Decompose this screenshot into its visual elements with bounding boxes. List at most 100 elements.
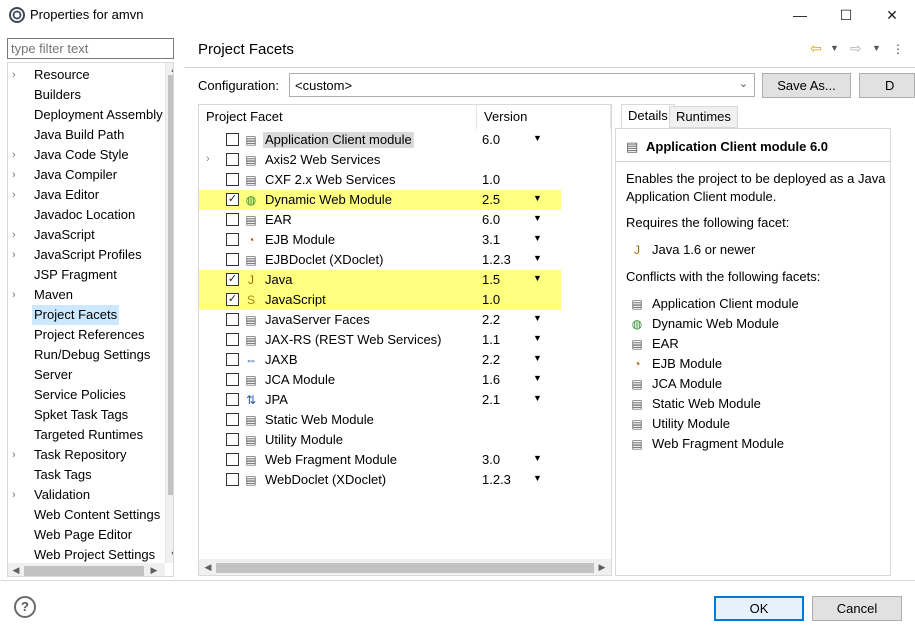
column-header-version[interactable]: Version [477, 105, 611, 129]
version-dropdown-icon[interactable]: ▼ [533, 193, 542, 203]
tab-runtimes[interactable]: Runtimes [669, 106, 738, 128]
forward-arrow-icon[interactable]: ⇨ [850, 40, 862, 57]
facet-checkbox[interactable] [226, 253, 239, 266]
facet-version[interactable]: 2.1 [482, 392, 500, 408]
chevron-right-icon[interactable]: › [12, 485, 22, 505]
facet-checkbox[interactable]: ✓ [226, 273, 239, 286]
table-row[interactable]: ▤ JavaServer Faces 2.2 ▼ [199, 310, 611, 330]
facet-version[interactable]: 2.2 [482, 312, 500, 328]
chevron-right-icon[interactable]: › [12, 285, 22, 305]
close-button[interactable]: ✕ [869, 0, 915, 30]
chevron-right-icon[interactable]: › [12, 185, 22, 205]
facet-version[interactable]: 1.2.3 [482, 252, 511, 268]
version-dropdown-icon[interactable]: ▼ [533, 473, 542, 483]
table-row[interactable]: ▤ Static Web Module [199, 410, 611, 430]
scroll-left-arrow-icon[interactable]: ◀ [9, 565, 23, 576]
table-row[interactable]: ⇅ JPA 2.1 ▼ [199, 390, 611, 410]
help-icon[interactable]: ? [14, 596, 36, 618]
table-row[interactable]: ▤ EJBDoclet (XDoclet) 1.2.3 ▼ [199, 250, 611, 270]
cancel-button[interactable]: Cancel [812, 596, 902, 621]
chevron-right-icon[interactable]: › [12, 65, 22, 85]
configuration-combo[interactable]: <custom> ⌄ [289, 73, 755, 97]
filter-input[interactable] [7, 38, 174, 59]
facets-horizontal-scroll-thumb[interactable] [216, 563, 594, 573]
facet-checkbox[interactable] [226, 413, 239, 426]
version-dropdown-icon[interactable]: ▼ [533, 333, 542, 343]
facet-checkbox[interactable] [226, 393, 239, 406]
back-menu-chevron-icon[interactable]: ▼ [830, 43, 839, 53]
chevron-right-icon[interactable]: › [12, 445, 22, 465]
scroll-down-arrow-icon[interactable]: ▼ [167, 549, 173, 559]
version-dropdown-icon[interactable]: ▼ [533, 373, 542, 383]
version-dropdown-icon[interactable]: ▼ [533, 313, 542, 323]
facet-version[interactable]: 1.6 [482, 372, 500, 388]
column-header-facet[interactable]: Project Facet [199, 105, 477, 129]
save-as-button[interactable]: Save As... [762, 73, 851, 98]
version-dropdown-icon[interactable]: ▼ [533, 253, 542, 263]
table-row[interactable]: ▤ CXF 2.x Web Services 1.0 [199, 170, 611, 190]
chevron-right-icon[interactable]: › [12, 145, 22, 165]
table-row[interactable]: ▤ Utility Module [199, 430, 611, 450]
forward-menu-chevron-icon[interactable]: ▼ [872, 43, 881, 53]
facet-checkbox[interactable] [226, 433, 239, 446]
facet-checkbox[interactable]: ✓ [226, 293, 239, 306]
facet-checkbox[interactable]: ✓ [226, 193, 239, 206]
facet-checkbox[interactable] [226, 453, 239, 466]
scroll-up-arrow-icon[interactable]: ▲ [167, 64, 173, 74]
facet-version[interactable]: 1.1 [482, 332, 500, 348]
table-row[interactable]: › ▤ Axis2 Web Services [199, 150, 611, 170]
back-arrow-icon[interactable]: ⇦ [810, 40, 822, 57]
version-dropdown-icon[interactable]: ▼ [533, 133, 542, 143]
facets-horizontal-scrollbar[interactable]: ◀ ▶ [199, 559, 611, 575]
table-row[interactable]: ▤ EAR 6.0 ▼ [199, 210, 611, 230]
facet-version[interactable]: 3.0 [482, 452, 500, 468]
navigation-tree[interactable]: › Resource Builders Deployment Assembly Java… [7, 62, 174, 577]
delete-button[interactable]: D [859, 73, 915, 98]
table-row[interactable]: ✓ S JavaScript 1.0 [199, 290, 561, 310]
facet-checkbox[interactable] [226, 333, 239, 346]
table-row[interactable]: ⇔ JAXB 2.2 ▼ [199, 350, 611, 370]
table-row[interactable]: ▤ JAX-RS (REST Web Services) 1.1 ▼ [199, 330, 611, 350]
facet-version[interactable]: 6.0 [482, 132, 500, 148]
nav-horizontal-scrollbar[interactable]: ◀ ▶ [8, 563, 165, 576]
scroll-left-arrow-icon[interactable]: ◀ [201, 562, 215, 573]
nav-vertical-scrollbar[interactable]: ▲ ▼ [165, 63, 173, 563]
minimize-button[interactable]: — [777, 0, 823, 30]
facet-checkbox[interactable] [226, 153, 239, 166]
facet-version[interactable]: 1.5 [482, 272, 500, 288]
version-dropdown-icon[interactable]: ▼ [533, 233, 542, 243]
chevron-right-icon[interactable]: › [12, 225, 22, 245]
facet-version[interactable]: 1.2.3 [482, 472, 511, 488]
version-dropdown-icon[interactable]: ▼ [533, 273, 542, 283]
nav-horizontal-scroll-thumb[interactable] [24, 566, 144, 576]
facet-checkbox[interactable] [226, 373, 239, 386]
scroll-right-arrow-icon[interactable]: ▶ [595, 562, 609, 573]
facet-checkbox[interactable] [226, 173, 239, 186]
table-row[interactable]: ◔ EJB Module 3.1 ▼ [199, 230, 611, 250]
facet-checkbox[interactable] [226, 473, 239, 486]
facet-checkbox[interactable] [226, 353, 239, 366]
version-dropdown-icon[interactable]: ▼ [533, 453, 542, 463]
scroll-right-arrow-icon[interactable]: ▶ [147, 565, 161, 576]
table-row[interactable]: ▤ Application Client module 6.0 ▼ [199, 130, 611, 150]
table-row[interactable]: ✓ J Java 1.5 ▼ [199, 270, 561, 290]
nav-vertical-scroll-thumb[interactable] [168, 75, 173, 495]
version-dropdown-icon[interactable]: ▼ [533, 353, 542, 363]
facet-version[interactable]: 2.5 [482, 192, 500, 208]
facet-checkbox[interactable] [226, 313, 239, 326]
table-row[interactable]: ▤ Web Fragment Module 3.0 ▼ [199, 450, 611, 470]
facet-version[interactable]: 2.2 [482, 352, 500, 368]
chevron-right-icon[interactable]: › [12, 165, 22, 185]
table-row[interactable]: ▤ WebDoclet (XDoclet) 1.2.3 ▼ [199, 470, 611, 490]
tab-details[interactable]: Details [621, 104, 675, 128]
facet-checkbox[interactable] [226, 133, 239, 146]
facet-version[interactable]: 6.0 [482, 212, 500, 228]
facet-checkbox[interactable] [226, 213, 239, 226]
version-dropdown-icon[interactable]: ▼ [533, 213, 542, 223]
table-row[interactable]: ▤ JCA Module 1.6 ▼ [199, 370, 611, 390]
chevron-right-icon[interactable]: › [206, 153, 210, 165]
facet-checkbox[interactable] [226, 233, 239, 246]
facets-table[interactable]: Project Facet Version ▤ Application Clien… [198, 104, 612, 576]
version-dropdown-icon[interactable]: ▼ [533, 393, 542, 403]
ok-button[interactable]: OK [714, 596, 804, 621]
